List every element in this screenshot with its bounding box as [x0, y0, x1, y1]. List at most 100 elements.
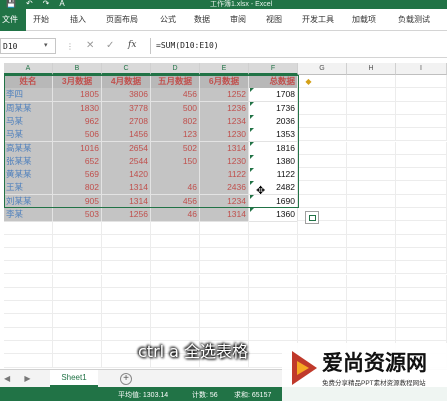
empty-cell[interactable] — [396, 287, 447, 302]
empty-cell[interactable] — [4, 287, 53, 302]
empty-cell[interactable] — [396, 128, 447, 142]
empty-cell[interactable] — [102, 301, 151, 315]
empty-cell[interactable] — [4, 314, 53, 328]
empty-cell[interactable] — [396, 208, 447, 222]
formula-input[interactable]: =SUM(D10:E10) — [150, 38, 447, 54]
tab-view[interactable]: 视图 — [266, 14, 282, 25]
column-header-g[interactable]: G — [298, 63, 347, 75]
empty-cell[interactable] — [249, 234, 298, 248]
empty-cell[interactable] — [347, 301, 396, 315]
tab-add-ins[interactable]: 加载项 — [352, 14, 376, 25]
empty-cell[interactable] — [396, 101, 447, 115]
empty-cell[interactable] — [151, 287, 200, 302]
column-header-b[interactable]: B — [53, 63, 102, 75]
empty-cell[interactable] — [396, 141, 447, 155]
empty-cell[interactable] — [347, 274, 396, 288]
enter-icon[interactable]: ✓ — [106, 40, 114, 51]
empty-cell[interactable] — [298, 141, 347, 155]
empty-cell[interactable] — [347, 114, 396, 129]
tab-page-layout[interactable]: 页面布局 — [106, 14, 138, 25]
empty-cell[interactable] — [249, 301, 298, 315]
empty-cell[interactable] — [347, 88, 396, 102]
smart-tag-icon[interactable]: ◆ — [303, 77, 314, 87]
empty-cell[interactable] — [298, 274, 347, 288]
empty-cell[interactable] — [347, 314, 396, 328]
empty-cell[interactable] — [347, 247, 396, 262]
empty-cell[interactable] — [347, 168, 396, 182]
empty-cell[interactable] — [347, 128, 396, 142]
empty-cell[interactable] — [4, 274, 53, 288]
data-cell[interactable]: 1314 — [200, 208, 249, 222]
column-header-d[interactable]: D — [151, 63, 200, 75]
empty-cell[interactable] — [396, 234, 447, 248]
redo-icon[interactable]: ↷ — [43, 0, 50, 8]
empty-cell[interactable] — [102, 274, 151, 288]
empty-cell[interactable] — [298, 247, 347, 262]
empty-cell[interactable] — [347, 221, 396, 235]
empty-cell[interactable] — [53, 327, 102, 341]
empty-cell[interactable] — [396, 274, 447, 288]
chevron-down-icon[interactable]: ▾ — [44, 41, 48, 49]
empty-cell[interactable] — [249, 327, 298, 341]
empty-cell[interactable] — [151, 261, 200, 275]
data-cell[interactable]: 1256 — [102, 208, 151, 222]
empty-cell[interactable] — [298, 314, 347, 328]
empty-cell[interactable] — [249, 287, 298, 302]
empty-cell[interactable] — [200, 247, 249, 262]
empty-cell[interactable] — [102, 234, 151, 248]
empty-cell[interactable] — [53, 261, 102, 275]
empty-cell[interactable] — [249, 314, 298, 328]
tab-formulas[interactable]: 公式 — [160, 14, 176, 25]
empty-cell[interactable] — [4, 221, 53, 235]
empty-cell[interactable] — [53, 274, 102, 288]
empty-cell[interactable] — [53, 221, 102, 235]
font-color-icon[interactable]: A — [59, 0, 64, 8]
data-cell[interactable]: 503 — [53, 208, 102, 222]
empty-cell[interactable] — [151, 221, 200, 235]
empty-cell[interactable] — [298, 327, 347, 341]
empty-cell[interactable] — [396, 194, 447, 208]
empty-cell[interactable] — [396, 247, 447, 262]
empty-cell[interactable] — [298, 128, 347, 142]
empty-cell[interactable] — [298, 114, 347, 129]
cancel-icon[interactable]: ✕ — [86, 40, 94, 51]
empty-cell[interactable] — [347, 261, 396, 275]
tab-insert[interactable]: 插入 — [70, 14, 86, 25]
empty-cell[interactable] — [53, 354, 102, 368]
sheet-tab-sheet1[interactable]: Sheet1 — [50, 370, 98, 387]
tab-load-test[interactable]: 负载测试 — [398, 14, 430, 25]
empty-cell[interactable] — [53, 301, 102, 315]
empty-cell[interactable] — [249, 261, 298, 275]
empty-cell[interactable] — [396, 75, 447, 89]
empty-cell[interactable] — [347, 75, 396, 89]
empty-cell[interactable] — [347, 101, 396, 115]
empty-cell[interactable] — [396, 168, 447, 182]
empty-cell[interactable] — [102, 287, 151, 302]
empty-cell[interactable] — [298, 101, 347, 115]
empty-cell[interactable] — [4, 354, 53, 368]
empty-cell[interactable] — [102, 314, 151, 328]
empty-cell[interactable] — [200, 301, 249, 315]
empty-cell[interactable] — [347, 208, 396, 222]
empty-cell[interactable] — [396, 261, 447, 275]
empty-cell[interactable] — [298, 301, 347, 315]
empty-cell[interactable] — [151, 247, 200, 262]
empty-cell[interactable] — [396, 114, 447, 129]
empty-cell[interactable] — [249, 274, 298, 288]
empty-cell[interactable] — [4, 234, 53, 248]
empty-cell[interactable] — [4, 247, 53, 262]
empty-cell[interactable] — [347, 287, 396, 302]
empty-cell[interactable] — [151, 274, 200, 288]
column-header-i[interactable]: I — [396, 63, 447, 75]
column-header-a[interactable]: A — [4, 63, 53, 75]
tab-home[interactable]: 开始 — [33, 14, 49, 25]
column-header-h[interactable]: H — [347, 63, 396, 75]
data-cell[interactable]: 46 — [151, 208, 200, 222]
empty-cell[interactable] — [4, 327, 53, 341]
empty-cell[interactable] — [53, 341, 102, 355]
total-cell[interactable]: 1360 — [249, 208, 298, 222]
empty-cell[interactable] — [347, 154, 396, 169]
empty-cell[interactable] — [53, 234, 102, 248]
empty-cell[interactable] — [396, 181, 447, 195]
empty-cell[interactable] — [298, 261, 347, 275]
